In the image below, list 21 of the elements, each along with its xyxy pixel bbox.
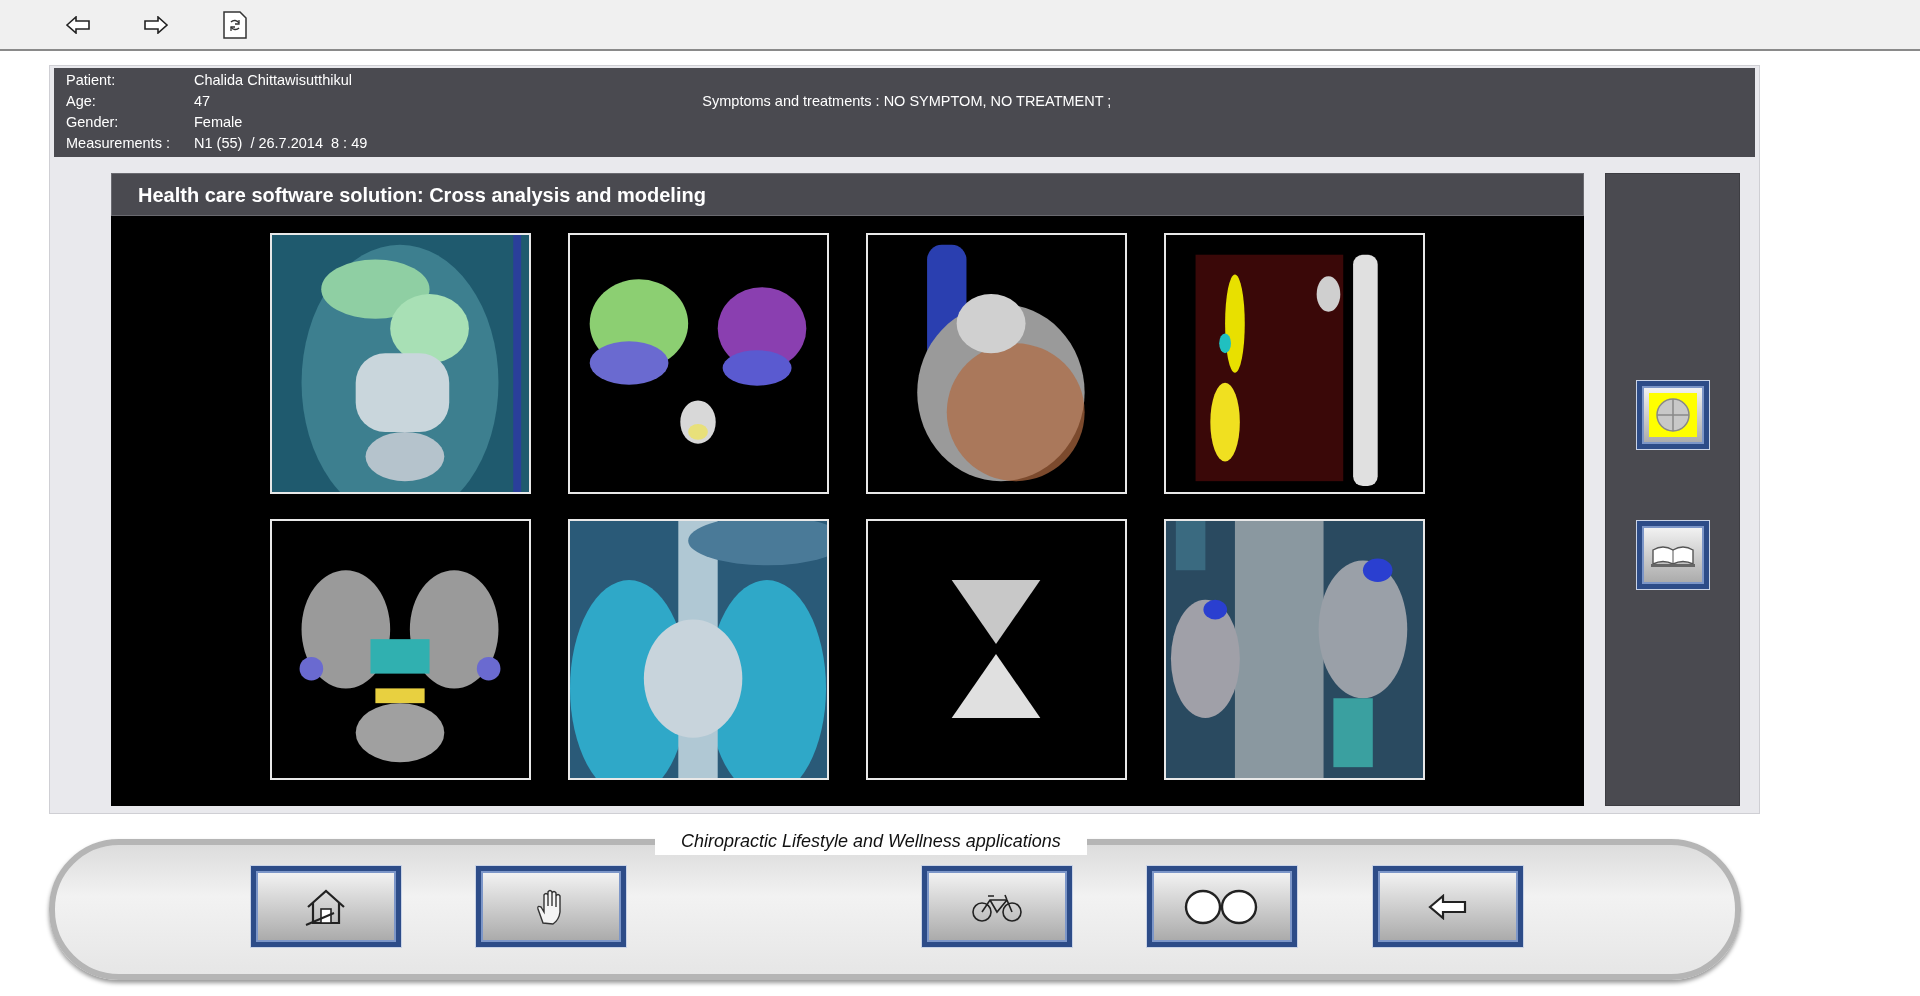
panel-title: Health care software solution: Cross analysis and modeling xyxy=(111,173,1584,216)
field-value: N1 (55) / 26.7.2014 8 : 49 xyxy=(194,134,368,153)
forward-icon[interactable] xyxy=(142,13,170,36)
field-label: Gender: xyxy=(66,113,120,132)
field-label: Patient: xyxy=(66,71,117,90)
back-icon[interactable] xyxy=(64,13,92,36)
crosshair-icon xyxy=(1648,392,1697,437)
hand-button[interactable] xyxy=(476,866,626,947)
field-value: Female xyxy=(194,113,243,132)
field-value: 47 xyxy=(194,92,211,111)
field-label: Measurements : xyxy=(66,134,171,153)
field-value: Chalida Chittawisutthikul xyxy=(194,71,352,90)
book-button[interactable] xyxy=(1636,520,1709,589)
circles-button[interactable] xyxy=(1147,866,1297,947)
bicycle-button[interactable] xyxy=(922,866,1072,947)
symptoms-text: Symptoms and treatments : NO SYMPTOM, NO TREATMENT ; xyxy=(702,92,1112,111)
target-button[interactable] xyxy=(1636,380,1709,449)
home-button[interactable] xyxy=(251,866,401,947)
left-arrow-icon xyxy=(1428,893,1468,920)
back-button[interactable] xyxy=(1373,866,1523,947)
field-label: Age: xyxy=(66,92,97,111)
